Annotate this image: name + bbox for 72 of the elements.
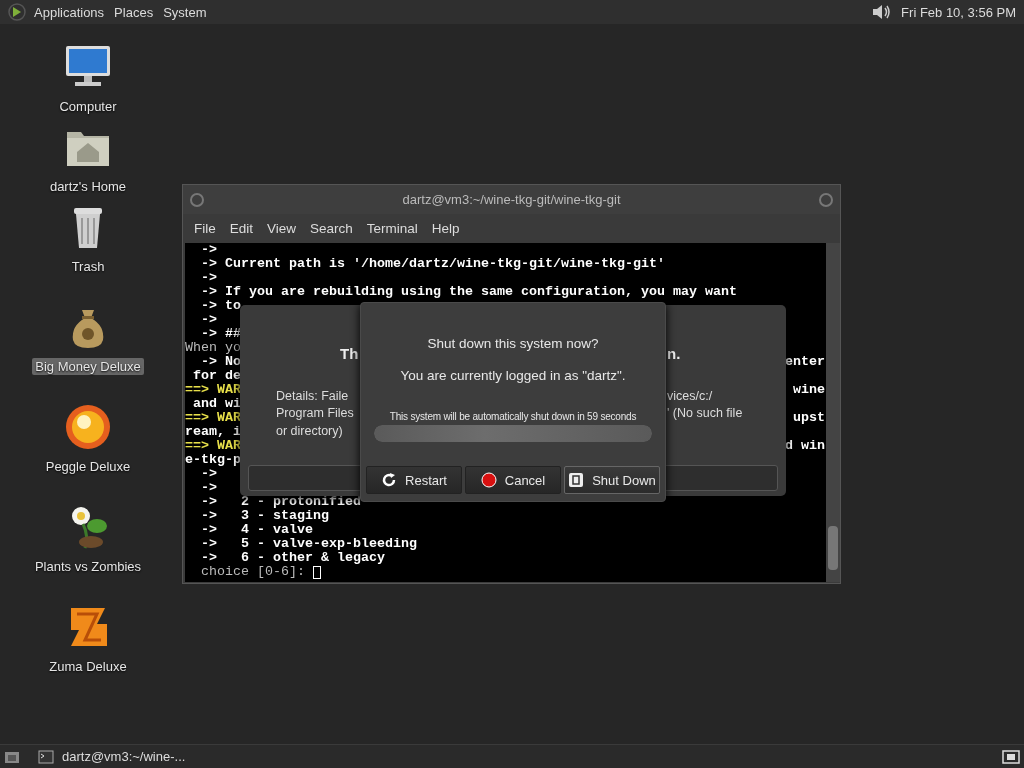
terminal-line: -> 6 - other & legacy (200, 551, 385, 565)
window-title: dartz@vm3:~/wine-tkg-git/wine-tkg-git (401, 192, 622, 207)
dialog-button[interactable]: Cancel (465, 466, 561, 494)
ball-icon[interactable] (63, 402, 113, 452)
cursor (313, 565, 321, 579)
desktop-icon-label[interactable]: Zuma Deluxe (46, 658, 130, 675)
terminal-line: When yo (185, 341, 241, 355)
close-icon[interactable] (819, 192, 833, 207)
prompt: choice [0-6]: (200, 565, 306, 579)
menu-item[interactable]: Help (424, 221, 467, 236)
dialog-title: n. (667, 344, 681, 362)
dialog-button[interactable]: Restart (366, 466, 462, 494)
desktop-icon-label[interactable]: Computer (56, 98, 120, 115)
terminal-line: -> ## (200, 327, 241, 341)
error-details: ' (No such file (667, 406, 743, 421)
menu-item[interactable]: Edit (222, 221, 261, 236)
terminal-line: -> (200, 467, 217, 481)
terminal-line: -> No (200, 355, 241, 369)
clock[interactable]: Fri Feb 10, 3:56 PM (901, 4, 1016, 20)
terminal-line: -> (200, 271, 217, 285)
terminal-line: -> 4 - valve (200, 523, 313, 537)
terminal-line: and wi (192, 397, 241, 411)
menu-item[interactable]: Terminal (359, 221, 425, 236)
show-desktop-icon[interactable] (4, 749, 20, 764)
terminal-line: e-tkg-p (185, 453, 241, 467)
panel-menu[interactable]: System (163, 4, 207, 20)
error-details: or directory) (276, 423, 343, 438)
error-details: Details: Faile (276, 388, 349, 403)
task-button[interactable]: dartz@vm3:~/wine-... (32, 745, 192, 768)
dialog-message: You are currently logged in as "dartz". (400, 368, 626, 383)
terminal-line: d win (785, 439, 825, 453)
dialog-title: Th (340, 344, 359, 362)
terminal-line: -> (200, 243, 217, 257)
window-menu-icon[interactable] (190, 192, 204, 207)
error-details: Program Files (276, 406, 354, 421)
scrollbar[interactable] (826, 243, 840, 582)
terminal-line: ==> WAR (185, 411, 241, 425)
terminal-line: ream, i (185, 425, 241, 439)
terminal-line: enter (785, 355, 825, 369)
menu-item[interactable]: View (260, 221, 304, 236)
terminal-line: -> 3 - staging (200, 509, 329, 523)
terminal-line: ==> WAR (185, 383, 241, 397)
workspace-icon[interactable] (1002, 749, 1020, 764)
dialog-question: Shut down this system now? (427, 336, 599, 351)
stop-icon (480, 472, 497, 488)
error-details: vices/c:/ (667, 388, 713, 403)
desktop-icon-label[interactable]: Trash (68, 258, 108, 275)
desktop-icon-label[interactable]: Peggle Deluxe (42, 458, 134, 475)
menu-item[interactable]: File (187, 221, 223, 236)
restart-icon (381, 472, 398, 488)
power-icon (568, 472, 585, 488)
logo-icon[interactable] (8, 3, 26, 21)
desktop-icon-label[interactable]: Plants vs Zombies (31, 558, 145, 575)
panel-menu[interactable]: Applications (34, 4, 105, 20)
terminal-line: -> 5 - valve-exp-bleeding (200, 537, 417, 551)
terminal-line: ==> WAR (185, 439, 241, 453)
terminal-line: -> to (200, 299, 241, 313)
terminal-line: upst (793, 411, 825, 425)
terminal-line: -> (200, 481, 217, 495)
countdown-text: This system will be automatically shut down in 59 seconds (389, 411, 637, 422)
dialog-button[interactable]: Shut Down (564, 466, 660, 494)
menu-item[interactable]: Search (303, 221, 360, 236)
desktop-icon-label[interactable]: Big Money Deluxe (32, 358, 144, 375)
terminal-line: wine (793, 383, 825, 397)
terminal-line: -> 2 - protonified (200, 495, 361, 509)
panel-menu[interactable]: Places (114, 4, 154, 20)
terminal-line: -> (200, 313, 217, 327)
terminal-line: for de (192, 369, 241, 383)
desktop-icon-label[interactable]: dartz's Home (46, 178, 130, 195)
terminal-icon (38, 749, 54, 764)
terminal-line: -> Current path is '/home/dartz/wine-tkg-git/wine-tkg-git' (200, 257, 665, 271)
terminal-line: -> If you are rebuilding using the same configuration, you may want (200, 285, 737, 299)
